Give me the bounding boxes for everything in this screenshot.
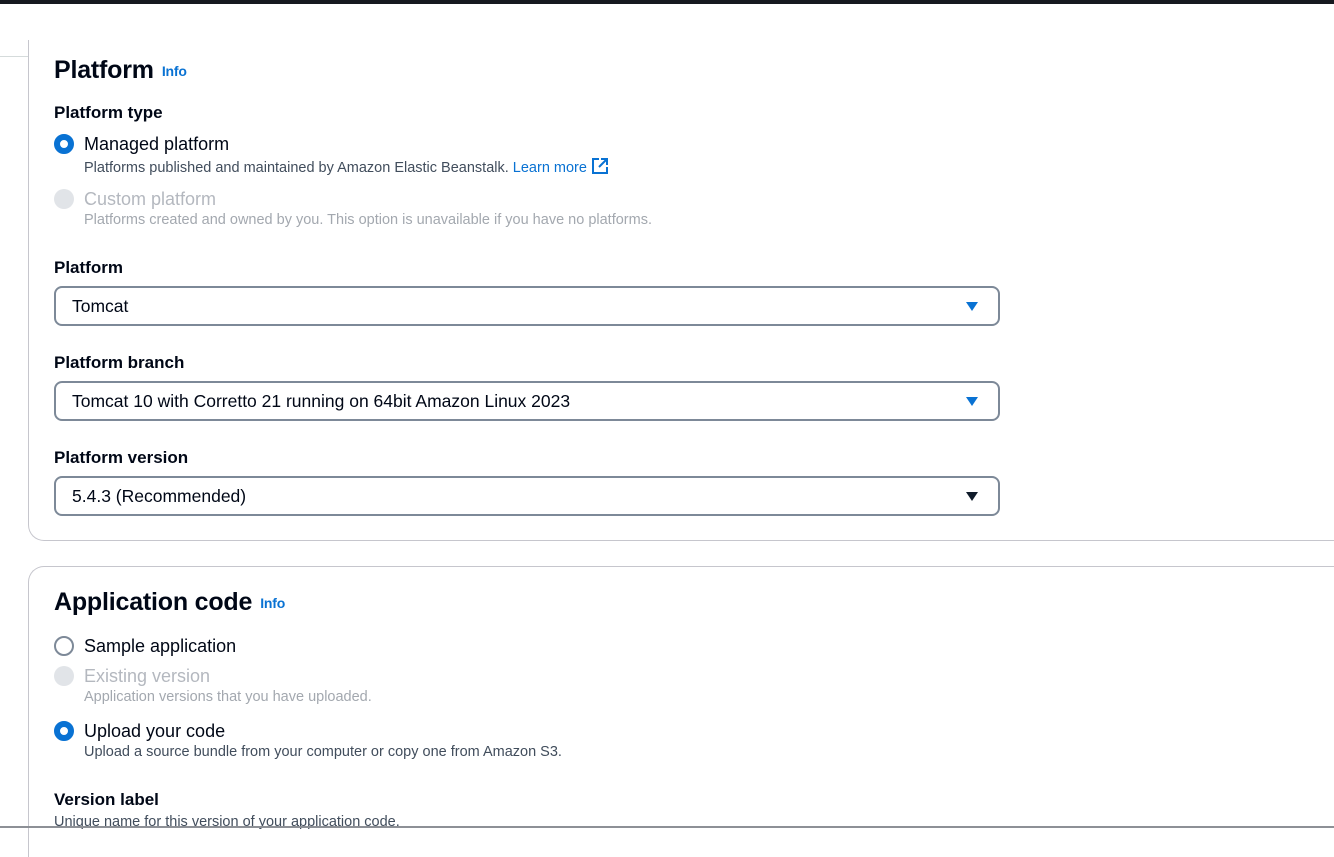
- upload-your-code-description: Upload a source bundle from your compute…: [84, 744, 562, 760]
- platform-heading: Platform Info: [54, 56, 187, 85]
- caret-down-icon: [966, 491, 978, 501]
- caret-down-icon: [966, 301, 978, 311]
- platform-type-label: Platform type: [54, 103, 163, 122]
- radio-existing-indicator[interactable]: [54, 666, 74, 686]
- radio-upload-indicator[interactable]: [54, 721, 74, 741]
- radio-sample-application[interactable]: Sample application: [54, 635, 236, 657]
- radio-managed-platform[interactable]: Managed platform: [54, 133, 229, 155]
- managed-platform-label: Managed platform: [84, 133, 230, 154]
- platform-label: Platform: [54, 258, 123, 277]
- platform-branch-label: Platform branch: [54, 353, 185, 372]
- platform-version-select[interactable]: 5.4.3 (Recommended): [54, 476, 1000, 516]
- application-code-info-link[interactable]: Info: [260, 595, 285, 611]
- platform-info-link[interactable]: Info: [162, 63, 187, 79]
- radio-custom-indicator[interactable]: [54, 189, 74, 209]
- platform-select-value: Tomcat: [72, 295, 129, 316]
- radio-existing-version[interactable]: Existing version: [54, 665, 210, 687]
- existing-version-description: Application versions that you have uploa…: [84, 689, 372, 705]
- custom-platform-label: Custom platform: [84, 188, 217, 209]
- platform-select[interactable]: Tomcat: [54, 286, 1000, 326]
- version-label-heading: Version label: [54, 790, 159, 809]
- platform-branch-value: Tomcat 10 with Corretto 21 running on 64…: [72, 390, 571, 411]
- radio-managed-indicator[interactable]: [54, 134, 74, 154]
- managed-desc-text: Platforms published and maintained by Am…: [84, 160, 509, 176]
- platform-title: Platform: [54, 56, 154, 84]
- upload-your-code-label: Upload your code: [84, 720, 226, 741]
- platform-version-label: Platform version: [54, 448, 189, 467]
- radio-custom-platform[interactable]: Custom platform: [54, 188, 216, 210]
- radio-sample-indicator[interactable]: [54, 636, 74, 656]
- application-code-title: Application code: [54, 588, 253, 616]
- learn-more-link[interactable]: Learn more: [513, 157, 609, 179]
- sample-application-label: Sample application: [84, 635, 237, 656]
- application-code-heading: Application code Info: [54, 588, 285, 617]
- caret-down-icon: [966, 396, 978, 406]
- existing-version-label: Existing version: [84, 665, 211, 686]
- radio-upload-your-code[interactable]: Upload your code: [54, 720, 225, 742]
- custom-platform-description: Platforms created and owned by you. This…: [84, 212, 652, 228]
- platform-branch-select[interactable]: Tomcat 10 with Corretto 21 running on 64…: [54, 381, 1000, 421]
- learn-more-text[interactable]: Learn more: [513, 160, 587, 176]
- external-link-icon[interactable]: [591, 157, 609, 179]
- platform-version-value: 5.4.3 (Recommended): [72, 485, 247, 506]
- managed-platform-description: Platforms published and maintained by Am…: [84, 157, 609, 179]
